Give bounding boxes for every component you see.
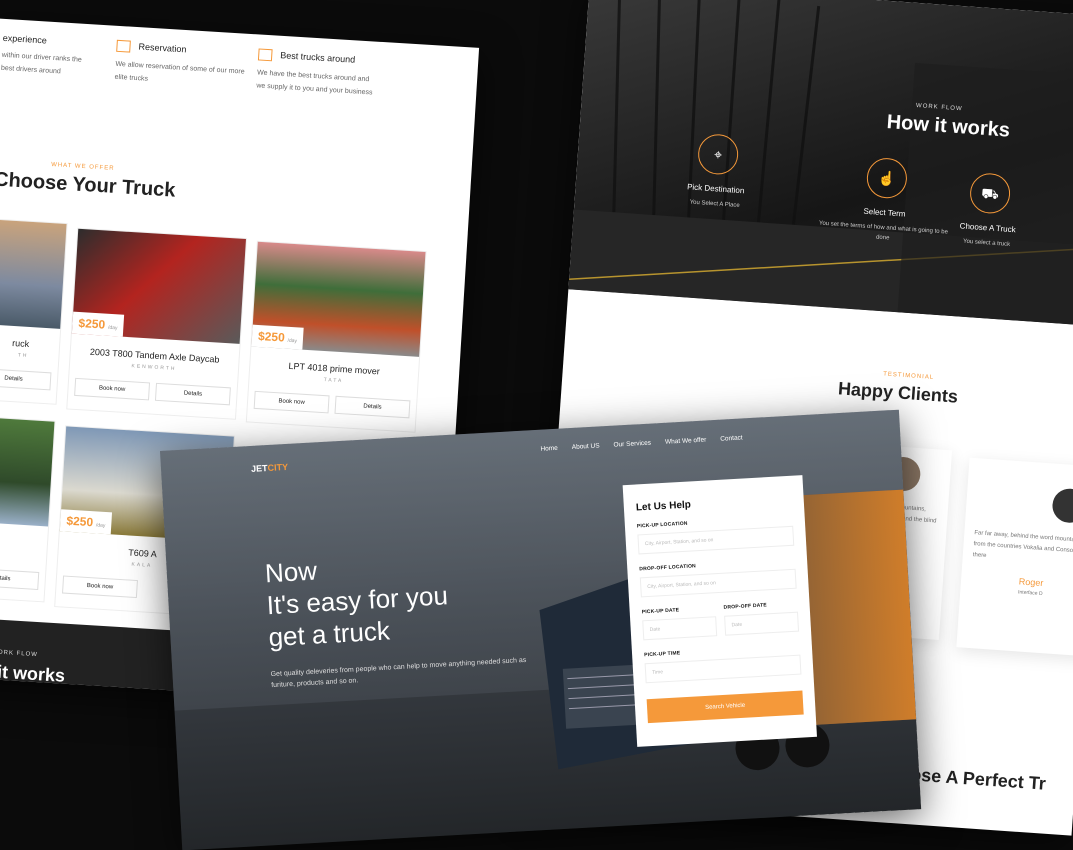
details-button[interactable]: Details [0, 367, 52, 391]
step-choose-truck: ⛟ Choose A Truck You select a truck [916, 169, 1061, 254]
calendar-icon [116, 39, 131, 53]
truck-image: $250/day [71, 228, 246, 344]
search-vehicle-button[interactable]: Search Vehicle [646, 690, 804, 724]
truck-name: ruck [11, 337, 30, 349]
feature-best-trucks: Best trucks around We have the best truc… [256, 48, 378, 99]
section-title: How it works [0, 659, 66, 686]
step-pick-destination: ⌖ Pick Destination You Select A Place [644, 130, 789, 215]
feature-desc: We allow reservation of some of our more… [114, 60, 245, 83]
brand-logo[interactable]: JETCITY [251, 462, 289, 474]
nav-contact[interactable]: Contact [720, 434, 743, 442]
dropoff-date-input[interactable]: Date [724, 611, 800, 636]
pickup-location-input[interactable]: City, Airport, Station, and so on [637, 525, 795, 555]
form-title: Let Us Help [635, 499, 692, 514]
book-now-button[interactable]: Book now [253, 390, 330, 414]
hero-headline: Now It's easy for you get a truck [264, 555, 449, 653]
book-now-button[interactable]: Book now [74, 377, 151, 401]
booking-form: Let Us Help PICK-UP LOCATION City, Airpo… [622, 475, 817, 747]
feature-desc: within our driver ranks the best drivers… [0, 51, 82, 76]
how-it-works-hero: WORK FLOW How it works ⌖ Pick Destinatio… [568, 0, 1073, 327]
truck-card: $250/day LPT 4018 prime mover TATA Book … [245, 240, 427, 433]
testimonial-text: Far far away, behind the word mountains,… [972, 530, 1073, 560]
feature-desc: We have the best trucks around and we su… [256, 69, 373, 97]
pickup-date-label: PICK-UP DATE [641, 607, 680, 616]
section-title: Happy Clients [837, 378, 959, 407]
price-badge: $250/day [59, 509, 113, 535]
section-tag: WORK FLOW [0, 649, 39, 659]
details-button[interactable]: Details [0, 567, 40, 591]
avatar [1051, 487, 1073, 524]
dropoff-date-label: DROP-OFF DATE [723, 602, 768, 611]
feature-reservation: Reservation We allow reservation of some… [114, 39, 246, 92]
feature-experience: experience within our driver ranks the b… [1, 33, 93, 80]
truck-icon: ⛟ [968, 172, 1012, 215]
pickup-date-input[interactable]: Date [642, 616, 718, 641]
feature-title: experience [2, 32, 48, 46]
section-tag: TESTIMONIAL [882, 371, 935, 381]
price-badge: $250/day [251, 324, 304, 350]
truck-card: Details [0, 410, 56, 603]
details-button[interactable]: Details [154, 382, 231, 406]
hand-icon: ☝ [865, 156, 909, 200]
location-icon: ⌖ [696, 133, 740, 176]
testimonial-card: Far far away, behind the word mountains,… [956, 457, 1073, 657]
feature-title: Reservation [138, 41, 187, 55]
section-title: Choose Your Truck [0, 168, 177, 202]
feature-title: Best trucks around [279, 50, 356, 65]
truck-card: $250/day 2003 T800 Tandem Axle Daycab KE… [66, 227, 248, 420]
nav-home[interactable]: Home [540, 445, 558, 453]
price-badge: $250/day [71, 311, 125, 337]
truck-icon [257, 48, 273, 62]
truck-image [0, 213, 67, 329]
pickup-time-input[interactable]: Time [644, 654, 802, 684]
details-button[interactable]: Details [334, 395, 411, 419]
book-now-button[interactable]: Book now [62, 575, 138, 599]
truck-image [0, 411, 55, 527]
truck-card: ruck TH Details [0, 212, 68, 405]
hero-page-preview: JETCITY Home About US Our Services What … [160, 409, 922, 850]
section-tag: WHAT WE OFFER [50, 162, 115, 172]
truck-image: $250/day [251, 241, 426, 357]
